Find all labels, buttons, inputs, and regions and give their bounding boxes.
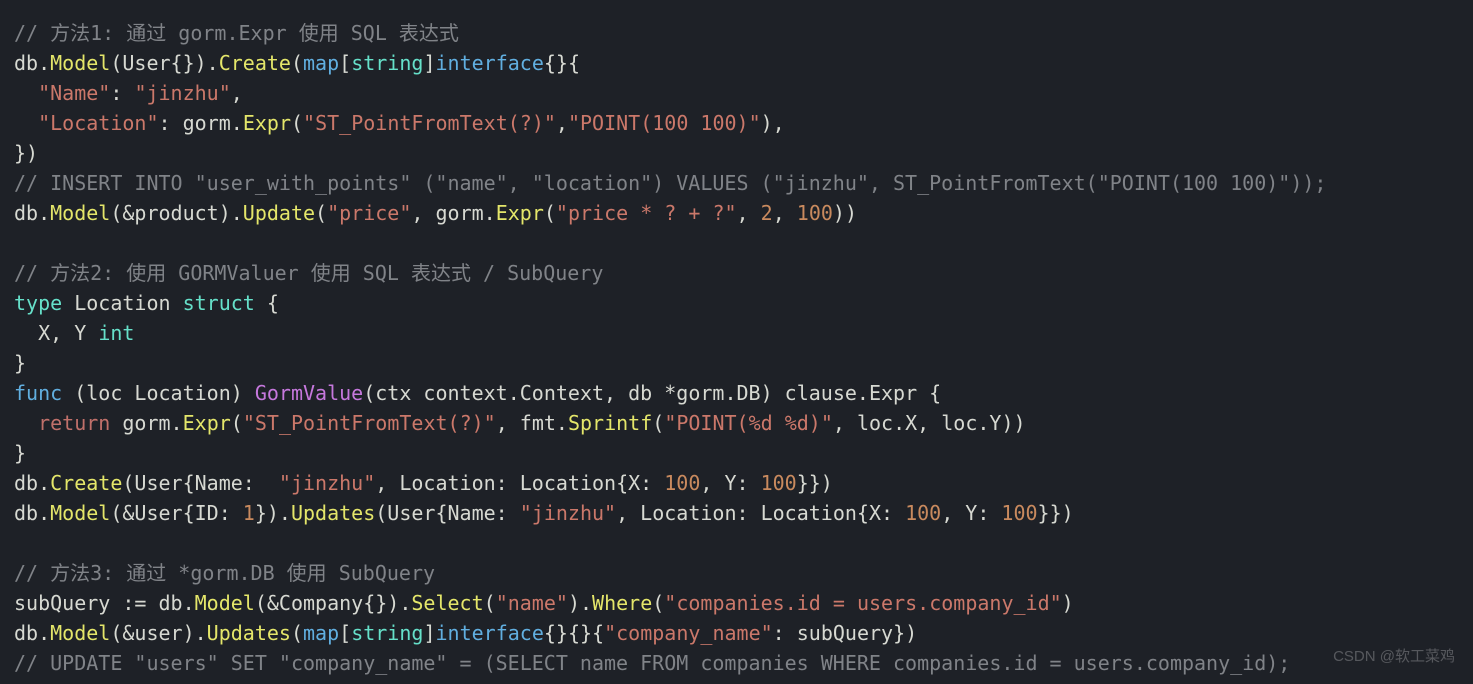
code: db. bbox=[14, 51, 50, 75]
comment-line: // 方法3: 通过 *gorm.DB 使用 SubQuery bbox=[14, 561, 435, 585]
kw-map: map bbox=[303, 621, 339, 645]
kw-func: func bbox=[14, 381, 62, 405]
kw-interface: interface bbox=[435, 51, 543, 75]
number: 100 bbox=[1001, 501, 1037, 525]
call-model: Model bbox=[50, 621, 110, 645]
call-expr: Expr bbox=[243, 111, 291, 135]
string: "companies.id = users.company_id" bbox=[664, 591, 1061, 615]
string: "Name" bbox=[38, 81, 110, 105]
comment-line: // INSERT INTO "user_with_points" ("name… bbox=[14, 171, 1326, 195]
call-create: Create bbox=[219, 51, 291, 75]
string: "jinzhu" bbox=[279, 471, 375, 495]
string: "ST_PointFromText(?)" bbox=[303, 111, 556, 135]
number: 2 bbox=[761, 201, 773, 225]
string: "price" bbox=[327, 201, 411, 225]
kw-return: return bbox=[38, 411, 110, 435]
comment-line: // 方法1: 通过 gorm.Expr 使用 SQL 表达式 bbox=[14, 21, 459, 45]
call-model: Model bbox=[50, 51, 110, 75]
string: "Location" bbox=[38, 111, 158, 135]
number: 100 bbox=[905, 501, 941, 525]
type-int: int bbox=[98, 321, 134, 345]
comment-line: // UPDATE "users" SET "company_name" = (… bbox=[14, 651, 1290, 675]
call-model: Model bbox=[50, 501, 110, 525]
string: "POINT(%d %d)" bbox=[664, 411, 833, 435]
string: "jinzhu" bbox=[134, 81, 230, 105]
number: 100 bbox=[797, 201, 833, 225]
call-create: Create bbox=[50, 471, 122, 495]
type-string: string bbox=[351, 621, 423, 645]
call-updates: Updates bbox=[291, 501, 375, 525]
call-updates: Updates bbox=[207, 621, 291, 645]
string: "company_name" bbox=[604, 621, 773, 645]
string: "ST_PointFromText(?)" bbox=[243, 411, 496, 435]
kw-struct: struct bbox=[183, 291, 255, 315]
call-model: Model bbox=[50, 201, 110, 225]
kw-map: map bbox=[303, 51, 339, 75]
call-where: Where bbox=[592, 591, 652, 615]
call-model: Model bbox=[195, 591, 255, 615]
call-select: Select bbox=[411, 591, 483, 615]
fn-gormvalue: GormValue bbox=[255, 381, 363, 405]
string: "POINT(100 100)" bbox=[568, 111, 761, 135]
string: "jinzhu" bbox=[520, 501, 616, 525]
code-block: // 方法1: 通过 gorm.Expr 使用 SQL 表达式 db.Model… bbox=[0, 0, 1473, 684]
kw-interface: interface bbox=[435, 621, 543, 645]
number: 100 bbox=[664, 471, 700, 495]
comment-line: // 方法2: 使用 GORMValuer 使用 SQL 表达式 / SubQu… bbox=[14, 261, 603, 285]
type-string: string bbox=[351, 51, 423, 75]
call-update: Update bbox=[243, 201, 315, 225]
string: "price * ? + ?" bbox=[556, 201, 737, 225]
number: 100 bbox=[761, 471, 797, 495]
call-sprintf: Sprintf bbox=[568, 411, 652, 435]
string: "name" bbox=[496, 591, 568, 615]
number: 1 bbox=[243, 501, 255, 525]
call-expr: Expr bbox=[183, 411, 231, 435]
kw-type: type bbox=[14, 291, 62, 315]
call-expr: Expr bbox=[496, 201, 544, 225]
